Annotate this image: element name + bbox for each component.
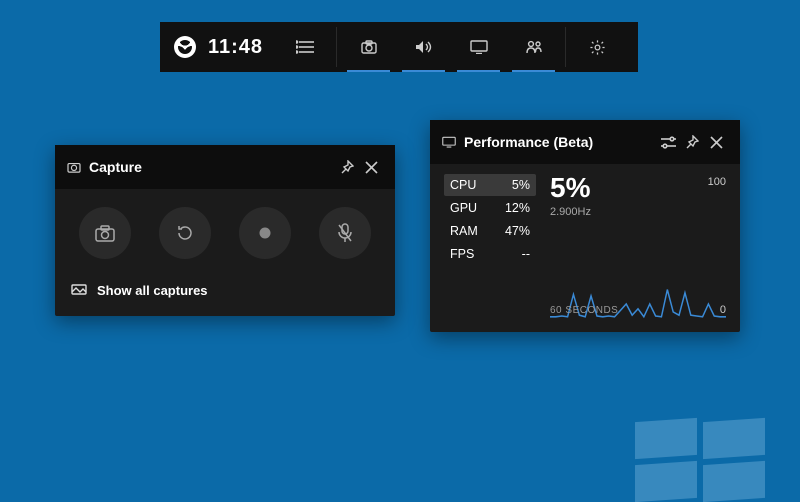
audio-toolbar-button[interactable] bbox=[396, 22, 451, 72]
pin-icon bbox=[340, 160, 354, 174]
big-percent: 5% bbox=[550, 174, 726, 202]
gear-icon bbox=[589, 39, 606, 56]
monitor-icon bbox=[470, 40, 488, 54]
frequency-label: 2.900Hz bbox=[550, 206, 726, 218]
metric-value: 47% bbox=[505, 224, 530, 238]
close-button[interactable] bbox=[704, 130, 728, 154]
rewind-icon bbox=[175, 223, 195, 243]
metric-value: 12% bbox=[505, 201, 530, 215]
metric-ram[interactable]: RAM 47% bbox=[444, 220, 536, 242]
metric-value: 5% bbox=[512, 178, 530, 192]
close-icon bbox=[365, 161, 378, 174]
record-last-button[interactable] bbox=[159, 207, 211, 259]
social-toolbar-button[interactable] bbox=[506, 22, 561, 72]
y-max-label: 100 bbox=[708, 176, 726, 188]
close-button[interactable] bbox=[359, 155, 383, 179]
camera-icon bbox=[361, 40, 377, 54]
capture-title: Capture bbox=[89, 159, 142, 175]
windows-logo-icon bbox=[635, 420, 765, 500]
speaker-icon bbox=[415, 40, 433, 54]
game-bar-toolbar: 11:48 bbox=[160, 22, 638, 72]
record-icon bbox=[258, 226, 272, 240]
clock: 11:48 bbox=[208, 36, 263, 59]
screenshot-button[interactable] bbox=[79, 207, 131, 259]
capture-header: Capture bbox=[55, 145, 395, 189]
performance-body: CPU 5% GPU 12% RAM 47% FPS -- 5% 2.900Hz… bbox=[430, 164, 740, 332]
y-min-label: 0 bbox=[720, 304, 726, 316]
close-icon bbox=[710, 136, 723, 149]
capture-widget: Capture bbox=[55, 145, 395, 316]
performance-header: Performance (Beta) bbox=[430, 120, 740, 164]
pin-button[interactable] bbox=[680, 130, 704, 154]
metric-list: CPU 5% GPU 12% RAM 47% FPS -- bbox=[444, 174, 536, 320]
x-axis-label: 60 SECONDS bbox=[550, 305, 618, 316]
metric-label: CPU bbox=[450, 178, 476, 192]
performance-title: Performance (Beta) bbox=[464, 134, 593, 150]
xbox-logo-icon[interactable] bbox=[174, 36, 196, 58]
show-all-captures-button[interactable]: Show all captures bbox=[55, 269, 395, 316]
camera-icon bbox=[67, 161, 81, 173]
metric-cpu[interactable]: CPU 5% bbox=[444, 174, 536, 196]
metric-value: -- bbox=[522, 247, 530, 261]
metric-label: FPS bbox=[450, 247, 474, 261]
sliders-icon bbox=[661, 136, 676, 149]
list-icon bbox=[296, 40, 314, 54]
toolbar-divider bbox=[336, 27, 337, 67]
chart-area: 5% 2.900Hz 100 0 60 SECONDS bbox=[550, 174, 726, 320]
performance-toolbar-button[interactable] bbox=[451, 22, 506, 72]
pin-icon bbox=[685, 135, 699, 149]
settings-toolbar-button[interactable] bbox=[570, 22, 625, 72]
camera-icon bbox=[95, 225, 115, 242]
gallery-icon bbox=[71, 284, 87, 297]
capture-toolbar-button[interactable] bbox=[341, 22, 396, 72]
capture-body bbox=[55, 189, 395, 269]
monitor-icon bbox=[442, 136, 456, 148]
show-all-captures-label: Show all captures bbox=[97, 283, 208, 298]
toolbar-left: 11:48 bbox=[160, 36, 277, 59]
metric-fps[interactable]: FPS -- bbox=[444, 243, 536, 265]
toolbar-divider bbox=[565, 27, 566, 67]
mic-off-icon bbox=[336, 223, 354, 243]
metric-label: GPU bbox=[450, 201, 477, 215]
metric-label: RAM bbox=[450, 224, 478, 238]
metric-gpu[interactable]: GPU 12% bbox=[444, 197, 536, 219]
widgets-menu-button[interactable] bbox=[277, 22, 332, 72]
people-icon bbox=[525, 40, 543, 54]
pin-button[interactable] bbox=[335, 155, 359, 179]
performance-widget: Performance (Beta) CPU 5% GPU bbox=[430, 120, 740, 332]
record-button[interactable] bbox=[239, 207, 291, 259]
mic-toggle-button[interactable] bbox=[319, 207, 371, 259]
options-button[interactable] bbox=[656, 130, 680, 154]
